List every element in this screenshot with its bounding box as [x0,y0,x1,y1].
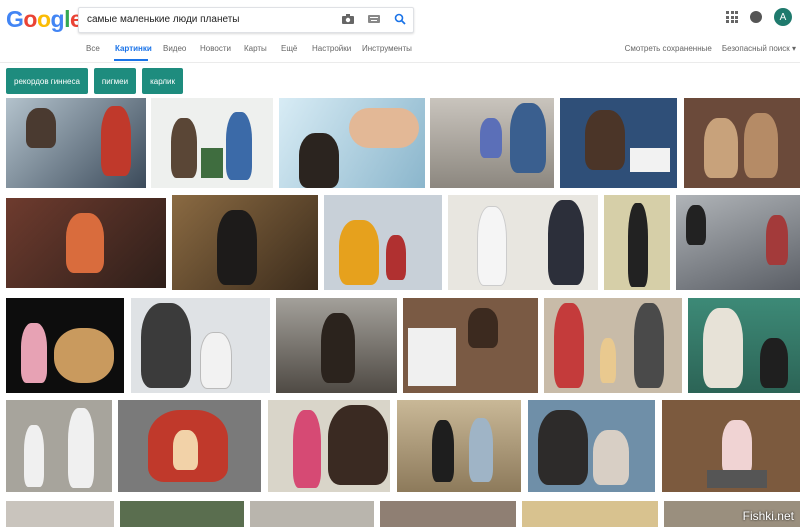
image-result[interactable] [6,501,114,527]
image-result[interactable] [6,400,112,492]
chip-dwarf[interactable]: карлик [142,68,183,94]
header: Google самые маленькие люди планеты A [0,0,800,40]
notifications-icon[interactable] [750,11,762,23]
image-result[interactable] [118,400,261,492]
image-result[interactable] [6,298,124,393]
watermark: Fishki.net [742,509,794,523]
logo-letter: o [23,6,37,32]
image-result[interactable] [430,98,554,188]
image-result[interactable] [684,98,800,188]
image-result[interactable] [324,195,442,290]
image-result[interactable] [604,195,670,290]
image-result[interactable] [250,501,374,527]
image-result[interactable] [131,298,270,393]
chip-pygmies[interactable]: пигмеи [93,68,137,94]
logo-letter: g [50,6,65,32]
tab-news[interactable]: Новости [200,44,231,53]
image-result[interactable] [6,198,166,288]
search-input[interactable]: самые маленькие люди планеты [78,7,414,33]
tab-tools[interactable]: Инструменты [362,44,412,53]
search-icon[interactable] [393,12,407,26]
image-result[interactable] [397,400,521,492]
tab-images[interactable]: Картинки [115,44,152,53]
image-result[interactable] [276,298,397,393]
image-result[interactable] [688,298,800,393]
tab-more[interactable]: Ещё [281,44,297,53]
saved-images-link[interactable]: Смотреть сохраненные [625,44,712,53]
image-result[interactable] [279,98,425,188]
active-tab-indicator [114,59,148,61]
image-result[interactable] [403,298,538,393]
image-result[interactable] [662,400,800,492]
image-result[interactable] [151,98,273,188]
tab-all[interactable]: Все [86,44,100,53]
image-result[interactable] [448,195,598,290]
tab-maps[interactable]: Карты [244,44,267,53]
image-result[interactable] [120,501,244,527]
image-result[interactable] [380,501,516,527]
image-result[interactable] [544,298,682,393]
image-result[interactable] [6,98,146,188]
google-logo[interactable]: Google [6,6,83,33]
image-result[interactable] [522,501,658,527]
image-result[interactable] [172,195,318,290]
safe-search-dropdown[interactable]: Безопасный поиск ▾ [722,44,796,53]
search-query: самые маленькие люди планеты [87,14,240,25]
avatar[interactable]: A [774,8,792,26]
image-result[interactable] [676,195,800,290]
image-result[interactable] [560,98,677,188]
chip-guinness-records[interactable]: рекордов гиннеса [6,68,88,94]
search-tabs: Все Картинки Видео Новости Карты Ещё Нас… [0,40,800,63]
camera-icon[interactable] [341,12,355,26]
image-results-grid [0,98,800,527]
logo-letter: G [6,6,24,32]
apps-grid-icon[interactable] [726,11,738,23]
image-result[interactable] [528,400,655,492]
keyboard-icon[interactable] [367,12,381,26]
logo-letter: o [36,6,51,32]
image-result[interactable] [268,400,390,492]
tab-settings[interactable]: Настройки [312,44,351,53]
related-chips: рекордов гиннеса пигмеи карлик [6,68,183,94]
tab-video[interactable]: Видео [163,44,186,53]
